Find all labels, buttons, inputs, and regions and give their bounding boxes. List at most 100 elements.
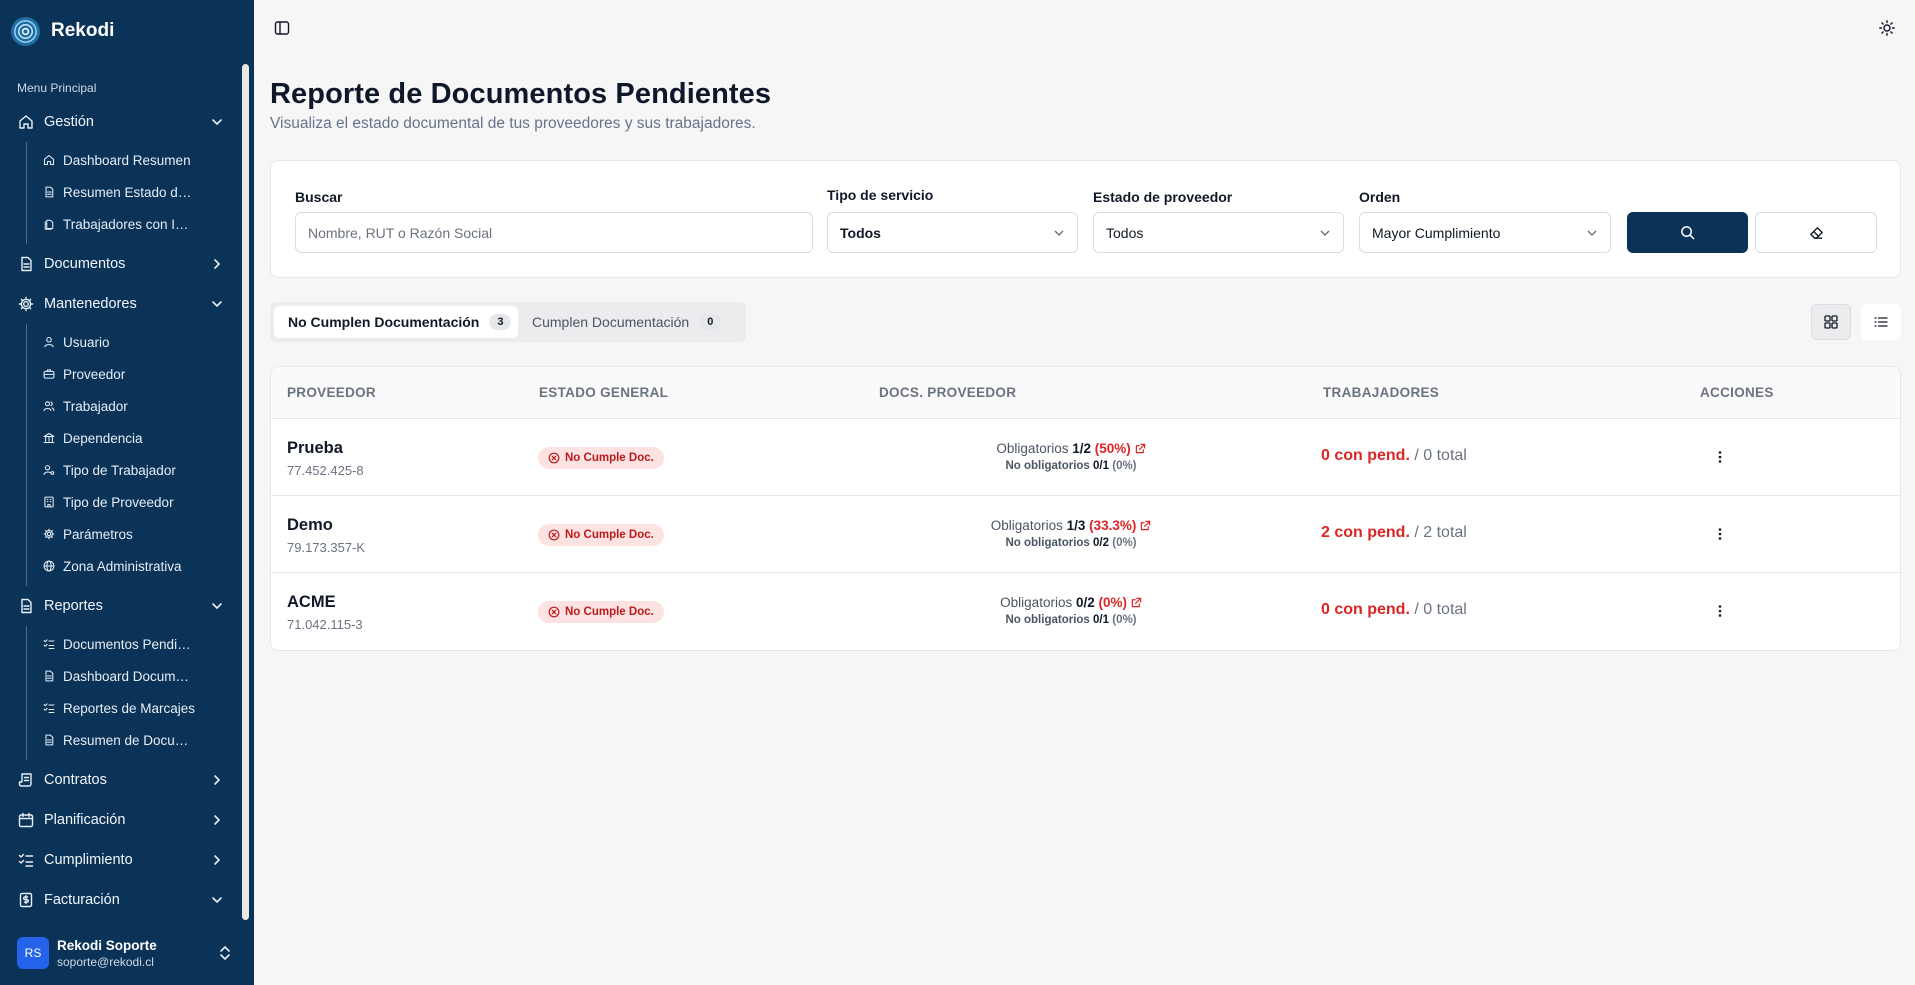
grid-view-button[interactable] [1811,304,1851,340]
sidebar-item-reportes-de-marcajes[interactable]: Reportes de Marcajes [27,692,227,724]
sidebar-item-trabajadores-con-i[interactable]: Trabajadores con I… [27,208,227,240]
service-type-value: Todos [840,224,881,241]
search-placeholder: Nombre, RUT o Razón Social [308,224,493,241]
provider-name[interactable]: ACME [287,593,336,612]
chevron-right-icon [214,815,221,825]
optional-docs: No obligatorios 0/1 (0%) [871,614,1271,626]
globe-icon [43,560,55,572]
sidebar-group-toggle[interactable]: Documentos [0,244,254,284]
header-acciones: ACCIONES [1700,385,1774,400]
optional-label: No obligatorios [1005,614,1090,626]
sidebar-group-toggle[interactable]: Cumplimiento [0,840,254,880]
sidebar-item-zona-administrativa[interactable]: Zona Administrativa [27,550,227,582]
order-select[interactable]: Mayor Cumplimiento [1359,212,1611,253]
briefcase-icon [43,369,55,379]
sidebar-submenu: Dashboard Resumen Resumen Estado d… Trabaj… [26,142,254,244]
external-link-icon[interactable] [1131,597,1142,608]
workers-pending: 0 con pend. [1321,447,1410,464]
avatar: RS [17,937,49,969]
sidebar-toggle-icon[interactable] [274,20,290,36]
sidebar-group-toggle[interactable]: Gestión [0,102,254,142]
more-vertical-icon[interactable] [1712,449,1728,465]
external-link-icon[interactable] [1140,520,1151,531]
sidebar-item-resumen-estado-d[interactable]: Resumen Estado d… [27,176,227,208]
tab-no-cumplen[interactable]: No Cumplen Documentación 3 [274,306,518,338]
tab-count-badge: 3 [489,314,512,330]
chevron-down-icon [212,119,222,126]
file-icon [21,256,32,272]
sidebar-group-label: Cumplimiento [44,852,133,868]
optional-percent: (0%) [1112,614,1137,626]
filters-panel: Buscar Nombre, RUT o Razón Social Tipo d… [270,160,1901,278]
sidebar: Rekodi Menu Principal Gestión Dashboard R… [0,0,254,985]
sidebar-group-planificacion: Planificación [0,800,254,840]
status-label: No Cumple Doc. [565,452,654,464]
service-type-select[interactable]: Todos [827,212,1078,253]
sidebar-item-label: Usuario [63,334,110,350]
mandatory-label: Obligatorios [996,441,1069,456]
sidebar-item-usuario[interactable]: Usuario [27,326,227,358]
mandatory-docs: Obligatorios 1/3 (33.3%) [871,518,1271,533]
chevron-down-icon [212,301,222,308]
app-name: Rekodi [51,20,115,41]
external-link-icon[interactable] [1135,443,1146,454]
more-vertical-icon[interactable] [1712,526,1728,542]
sidebar-item-label: Resumen Estado d… [63,184,192,200]
sidebar-group-label: Gestión [44,114,94,130]
chevron-down-icon [212,897,222,904]
sidebar-item-parametros[interactable]: Parámetros [27,518,227,550]
user-menu[interactable]: RS Rekodi Soporte soporte@rekodi.cl [0,921,254,985]
sidebar-item-label: Parámetros [63,526,133,542]
provider-name[interactable]: Prueba [287,439,343,458]
sidebar-group-toggle[interactable]: Facturación [0,880,254,920]
status-badge: No Cumple Doc. [538,524,664,546]
clear-filters-button[interactable] [1755,212,1877,253]
sidebar-item-tipo-de-trabajador[interactable]: Tipo de Trabajador [27,454,227,486]
mandatory-label: Obligatorios [990,518,1063,533]
sidebar-item-dashboard-resumen[interactable]: Dashboard Resumen [27,144,227,176]
header-trabajadores: TRABAJADORES [1323,385,1440,400]
sidebar-item-dashboard-docum[interactable]: Dashboard Docum… [27,660,227,692]
mandatory-percent: (0%) [1098,595,1128,610]
search-input[interactable]: Nombre, RUT o Razón Social [295,212,813,253]
table-row: Prueba 77.452.425-8 No Cumple Doc. Obligato… [271,419,1900,496]
sidebar-item-label: Dashboard Docum… [63,668,190,684]
sidebar-item-resumen-de-docu[interactable]: Resumen de Docu… [27,724,227,756]
sidebar-group-toggle[interactable]: Mantenedores [0,284,254,324]
provider-status-select[interactable]: Todos [1093,212,1344,253]
list-view-button[interactable] [1861,304,1901,340]
sidebar-group-cumplimiento: Cumplimiento [0,840,254,880]
sidebar-group-toggle[interactable]: Reportes [0,586,254,626]
search-button[interactable] [1627,212,1748,253]
sidebar-group-toggle[interactable]: Planificación [0,800,254,840]
status-label: No Cumple Doc. [565,606,654,618]
sidebar-item-documentos-pendi[interactable]: Documentos Pendi… [27,628,227,660]
sidebar-group-toggle[interactable]: Contratos [0,760,254,800]
provider-name[interactable]: Demo [287,516,333,535]
brand[interactable]: Rekodi [0,0,254,62]
chevron-right-icon [214,259,221,269]
optional-label: No obligatorios [1005,460,1090,472]
sidebar-group-label: Documentos [44,256,126,272]
sidebar-item-tipo-de-proveedor[interactable]: Tipo de Proveedor [27,486,227,518]
tab-count-badge: 0 [699,314,722,330]
sidebar-item-proveedor[interactable]: Proveedor [27,358,227,390]
more-vertical-icon[interactable] [1712,603,1728,619]
sidebar-group-mantenedores: Mantenedores Usuario Proveedor Trabajador De… [0,284,254,586]
tab-list: No Cumplen Documentación 3 Cumplen Docum… [270,302,746,342]
sidebar-submenu: Usuario Proveedor Trabajador Dependencia Tip… [26,324,254,586]
header-proveedor: PROVEEDOR [287,385,376,400]
theme-toggle-icon[interactable] [1879,20,1895,36]
sidebar-group-reportes: Reportes Documentos Pendi… Dashboard Docum… [0,586,254,760]
order-label: Orden [1359,189,1401,205]
sidebar-item-label: Documentos Pendi… [63,636,191,652]
tab-cumplen[interactable]: Cumplen Documentación 0 [518,306,744,338]
sidebar-scrollbar[interactable] [242,64,249,920]
sidebar-item-trabajador[interactable]: Trabajador [27,390,227,422]
sidebar-item-dependencia[interactable]: Dependencia [27,422,227,454]
scroll-icon [18,773,32,787]
workers-pending: 2 con pend. [1321,524,1410,541]
table-row: ACME 71.042.115-3 No Cumple Doc. Obligatori… [271,573,1900,650]
file-icon [45,734,54,746]
sidebar-item-label: Proveedor [63,366,126,382]
